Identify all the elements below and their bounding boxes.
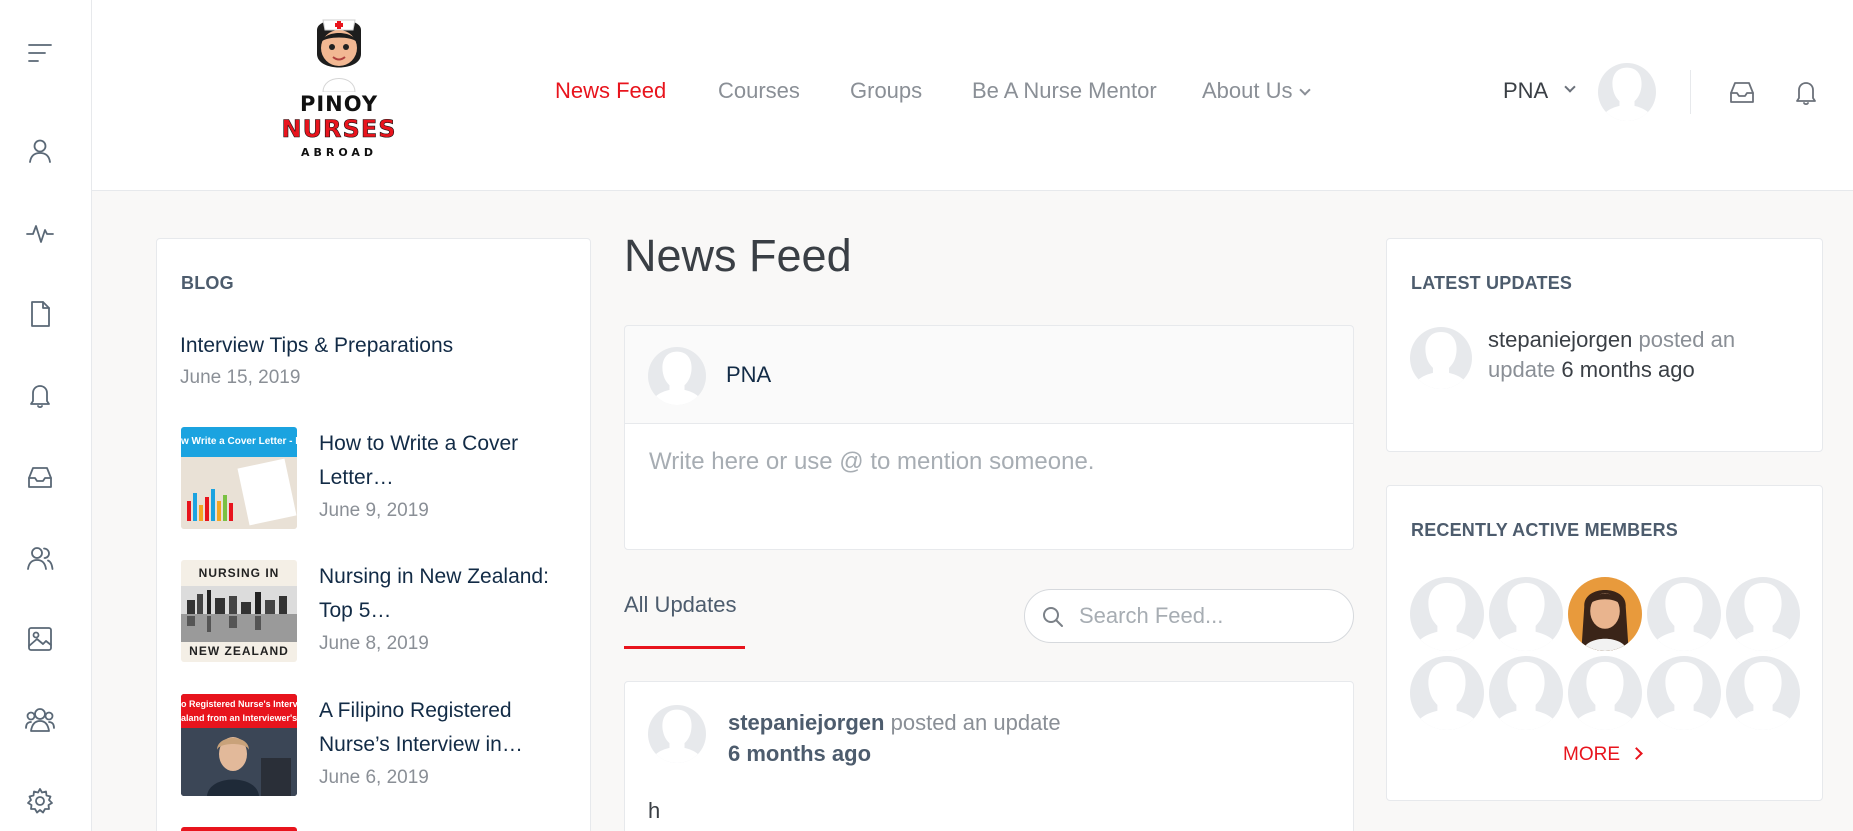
logo-text-line2: NURSES [281,115,397,144]
member-avatar[interactable] [1410,656,1484,730]
nav-be-a-nurse-mentor[interactable]: Be A Nurse Mentor [972,78,1157,108]
update-timestamp[interactable]: 6 months ago [1561,357,1694,382]
inbox-icon[interactable] [1726,76,1758,108]
member-avatar[interactable] [1647,577,1721,651]
member-avatar[interactable] [1489,656,1563,730]
nav-news-feed[interactable]: News Feed [555,78,666,108]
post-content: h [648,798,661,823]
groups-icon[interactable] [22,540,58,576]
composer-placeholder: Write here or use @ to mention someone. [649,448,1095,475]
nav-about-us-label: About Us [1202,78,1293,103]
blog-post-title-line: How to Write a Cover [319,432,519,455]
member-avatar[interactable] [1489,577,1563,651]
more-members-link[interactable]: MORE [1563,744,1643,766]
composer-input[interactable]: Write here or use @ to mention someone. [624,423,1354,550]
profile-icon[interactable] [22,133,58,169]
thumbnail-caption: NEW ZEALAND [189,644,289,658]
blog-post-title[interactable]: A Filipino Registered Nurse’s Interview … [319,694,523,762]
settings-icon[interactable] [22,783,58,819]
activity-icon[interactable] [22,215,58,251]
blog-post-thumbnail[interactable] [181,827,297,831]
logo-text-line3: ABROAD [300,146,378,159]
bar-graph-image [181,457,297,529]
members-icon[interactable] [22,702,58,738]
composer-user-name: PNA [726,362,772,387]
blog-post-thumbnail[interactable]: o Registered Nurse's Intervie aland from… [181,694,297,796]
user-menu-name[interactable]: PNA [1503,78,1548,104]
tab-all-updates[interactable]: All Updates [624,592,737,618]
chevron-down-icon[interactable] [1564,81,1576,93]
active-members-title: RECENTLY ACTIVE MEMBERS [1411,520,1678,540]
photos-icon[interactable] [22,621,58,657]
blog-widget-title: BLOG [181,273,234,293]
post-author-line: stepaniejorgen posted an update [728,710,1061,736]
blog-post-title[interactable]: Interview Tips & Preparations [180,329,453,363]
blog-post-title[interactable]: How to Write a Cover Letter… [319,427,518,495]
latest-updates-title: LATEST UPDATES [1411,273,1573,293]
blog-post-date: June 8, 2019 [319,633,429,654]
thumbnail-caption: o Registered Nurse's Intervie aland from… [181,694,297,728]
nav-groups[interactable]: Groups [850,78,922,108]
post-timestamp[interactable]: 6 months ago [728,741,871,767]
member-avatar[interactable] [1410,577,1484,651]
chevron-right-icon [1630,747,1643,760]
document-icon[interactable] [22,296,58,332]
city-skyline-image [181,586,297,642]
blog-post-title-line: Nurse’s Interview in… [319,733,523,756]
nav-about-us[interactable]: About Us [1202,78,1311,108]
left-sidebar [0,0,92,831]
blog-post-date: June 15, 2019 [180,367,301,388]
post-author-name[interactable]: stepaniejorgen [728,710,884,735]
blog-widget: BLOG Interview Tips & Preparations June … [156,238,591,831]
interview-photo-image [181,728,297,796]
post-author-avatar[interactable] [648,705,706,763]
nurse-mascot-icon [317,19,361,93]
blog-post-date: June 9, 2019 [319,500,429,521]
member-avatar[interactable] [1726,656,1800,730]
member-avatar[interactable] [1647,656,1721,730]
member-avatar[interactable] [1726,577,1800,651]
bell-icon[interactable] [1790,76,1822,108]
search-icon [1043,607,1063,627]
logo-text-line1: PINOY [299,92,379,116]
menu-toggle-icon[interactable] [22,35,58,71]
blog-post-title-line: Top 5… [319,599,392,622]
member-avatar[interactable] [1568,577,1642,651]
user-avatar[interactable] [1598,63,1656,121]
thumbnail-caption: w Write a Cover Letter - NZ [181,427,297,457]
search-feed-box [1024,589,1354,643]
update-author-name[interactable]: stepaniejorgen [1488,327,1632,352]
composer-avatar [648,347,706,405]
page-title: News Feed [624,230,852,281]
thumbnail-caption-line: o Registered Nurse's Intervie [181,699,297,709]
header-divider [1690,70,1691,114]
thumbnail-caption-line: aland from an Interviewer's Ey [181,713,297,723]
post-action-text: posted an update [890,710,1061,735]
blog-post-title-line: Nursing in New Zealand: [319,565,549,588]
blog-post-date: June 6, 2019 [319,767,429,788]
site-logo[interactable]: PINOY NURSES ABROAD [277,12,401,162]
blog-post-thumbnail[interactable]: NURSING IN NEW ZEALAND [181,560,297,662]
site-header: PINOY NURSES ABROAD News Feed Courses Gr… [92,0,1853,191]
blog-post-title-line: Letter… [319,466,394,489]
bell-icon[interactable] [22,377,58,413]
latest-update-text: stepaniejorgen posted an update 6 months… [1488,325,1753,385]
blog-post-title[interactable]: Nursing in New Zealand: Top 5… [319,560,549,628]
thumbnail-caption: NURSING IN [198,566,280,580]
inbox-icon[interactable] [22,459,58,495]
member-avatar[interactable] [1568,656,1642,730]
blog-post-thumbnail[interactable]: w Write a Cover Letter - NZ [181,427,297,529]
more-members-label: MORE [1563,744,1620,765]
chevron-down-icon [1298,84,1311,96]
nav-courses[interactable]: Courses [718,78,800,108]
blog-post-title-line: A Filipino Registered [319,699,512,722]
search-feed-input[interactable] [1079,600,1339,632]
update-author-avatar[interactable] [1410,327,1472,389]
active-tab-indicator [624,646,745,649]
